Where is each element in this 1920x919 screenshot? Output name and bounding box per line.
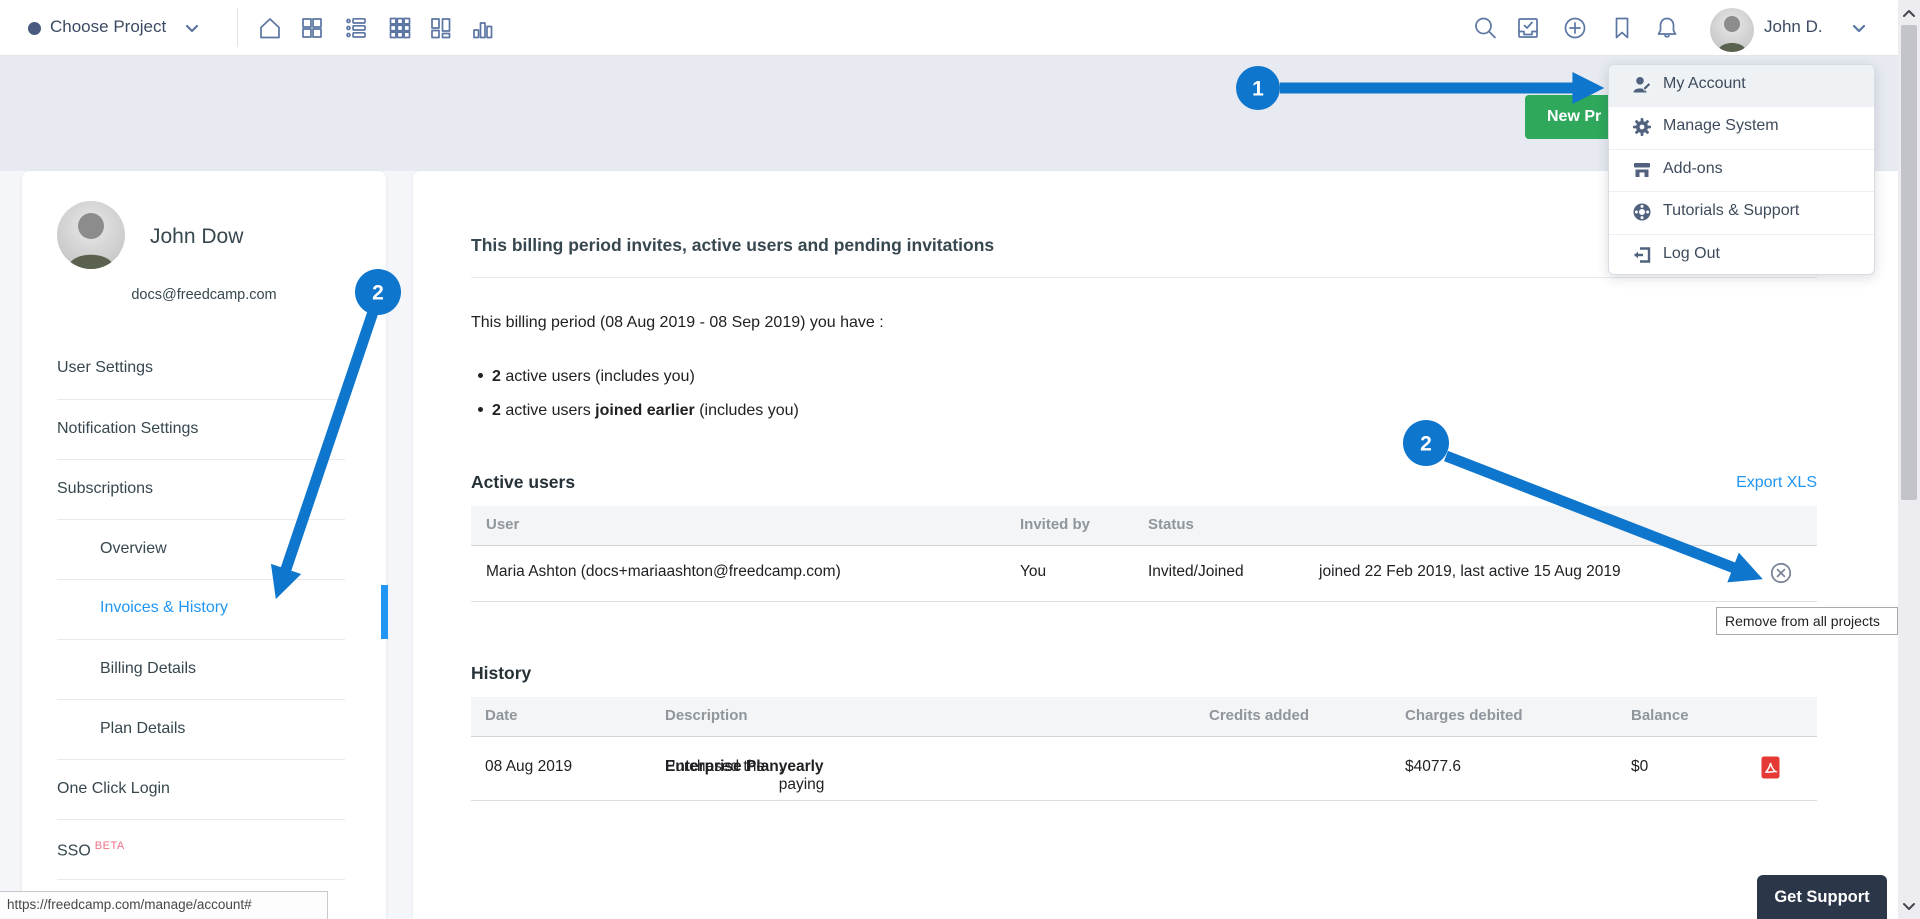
sidebar-divider <box>57 579 345 580</box>
active-users-table: User Invited by Status Maria Ashton (doc… <box>471 506 1817 601</box>
home-icon[interactable] <box>256 14 284 42</box>
sidebar-divider <box>57 399 345 400</box>
project-color-dot <box>28 22 41 35</box>
sidebar-item-plan-details[interactable]: Plan Details <box>100 720 185 738</box>
profile-name: John Dow <box>150 225 243 249</box>
user-name[interactable]: John D. <box>1764 17 1823 37</box>
status-bar-url: https://freedcamp.com/manage/account# <box>0 891 328 919</box>
col-user: User <box>486 516 519 533</box>
col-credits-added: Credits added <box>1209 707 1309 724</box>
add-new-icon[interactable] <box>1561 14 1589 42</box>
sidebar-item-one-click-login[interactable]: One Click Login <box>57 780 170 798</box>
table-row: 08 Aug 2019 Purchased the Enterprise Pla… <box>471 736 1817 801</box>
menu-item-add-ons[interactable]: Add-ons <box>1609 150 1874 192</box>
col-description: Description <box>665 707 748 724</box>
beta-badge: BETA <box>95 840 125 852</box>
page: Choose Project John D. <box>0 0 1920 919</box>
my-account-icon <box>1631 74 1653 96</box>
history-header: Date Description Credits added Charges d… <box>471 697 1817 737</box>
cell-description: Purchased the Enterprise Plan, paying ye… <box>665 758 824 776</box>
bar-chart-icon[interactable] <box>469 14 497 42</box>
pdf-invoice-icon[interactable] <box>1761 756 1780 779</box>
sidebar-divider <box>57 819 345 820</box>
cell-status: Invited/Joined <box>1148 563 1244 581</box>
menu-item-manage-system[interactable]: Manage System <box>1609 107 1874 149</box>
cell-activity: joined 22 Feb 2019, last active 15 Aug 2… <box>1319 563 1621 581</box>
bullet-active-users: 2 active users (includes you) <box>471 368 695 386</box>
bullet-dot <box>478 407 483 412</box>
cell-user: Maria Ashton (docs+mariaashton@freedcamp… <box>486 563 841 581</box>
sidebar-item-user-settings[interactable]: User Settings <box>57 359 153 377</box>
col-charges-debited: Charges debited <box>1405 707 1523 724</box>
add-ons-icon <box>1631 159 1653 181</box>
profile-avatar <box>57 201 125 269</box>
sidebar-divider <box>57 519 345 520</box>
sidebar-item-invoices-history[interactable]: Invoices & History <box>100 599 228 617</box>
sidebar-divider <box>57 879 345 880</box>
profile-email: docs@freedcamp.com <box>22 287 386 303</box>
table-row: Maria Ashton (docs+mariaashton@freedcamp… <box>471 545 1817 602</box>
chevron-down-icon[interactable] <box>185 24 199 33</box>
menu-item-my-account[interactable]: My Account <box>1609 65 1874 107</box>
menu-item-tutorials-support[interactable]: Tutorials & Support <box>1609 192 1874 234</box>
tutorials-support-icon <box>1631 201 1653 223</box>
history-heading: History <box>471 663 531 684</box>
get-support-button[interactable]: Get Support <box>1757 875 1887 919</box>
manage-system-icon <box>1631 116 1653 138</box>
menu-item-log-out[interactable]: Log Out <box>1609 235 1874 276</box>
col-status: Status <box>1148 516 1194 533</box>
remove-tooltip: Remove from all projects <box>1716 607 1898 635</box>
col-balance: Balance <box>1631 707 1689 724</box>
user-chevron-down-icon[interactable] <box>1852 24 1866 33</box>
sidebar-item-subscriptions[interactable]: Subscriptions <box>57 480 153 498</box>
bullet-dot <box>478 373 483 378</box>
account-sidebar: John Dow docs@freedcamp.com User Setting… <box>22 171 386 919</box>
topbar-divider <box>237 8 238 47</box>
bookmark-icon[interactable] <box>1608 14 1636 42</box>
cell-balance: $0 <box>1631 758 1648 776</box>
sidebar-item-overview[interactable]: Overview <box>100 540 167 558</box>
task-list-icon[interactable] <box>342 14 370 42</box>
heading-divider <box>471 277 1817 278</box>
top-bar: Choose Project John D. <box>0 0 1920 56</box>
col-invited-by: Invited by <box>1020 516 1090 533</box>
user-avatar[interactable] <box>1710 8 1754 52</box>
cell-charges: $4077.6 <box>1405 758 1461 776</box>
scrollbar-thumb[interactable] <box>1901 25 1917 500</box>
sidebar-divider <box>57 699 345 700</box>
page-scrollbar[interactable] <box>1898 0 1920 919</box>
col-date: Date <box>485 707 518 724</box>
cell-invited-by: You <box>1020 563 1046 581</box>
scrollbar-up-icon[interactable] <box>1902 7 1916 19</box>
sidebar-item-billing-details[interactable]: Billing Details <box>100 660 196 678</box>
active-users-header: User Invited by Status <box>471 506 1817 546</box>
user-menu: My Account Manage System Add-ons Tutoria… <box>1608 64 1875 275</box>
active-users-heading: Active users <box>471 472 575 493</box>
sidebar-divider <box>57 459 345 460</box>
widgets-icon[interactable] <box>427 14 455 42</box>
scrollbar-down-icon[interactable] <box>1902 899 1916 911</box>
bullet-joined-earlier: 2 active users joined earlier (includes … <box>471 402 799 420</box>
active-item-indicator <box>381 585 388 639</box>
project-selector[interactable]: Choose Project <box>50 17 166 37</box>
page-title: This billing period invites, active user… <box>471 235 994 256</box>
apps-grid-icon[interactable] <box>386 14 414 42</box>
notifications-icon[interactable] <box>1653 14 1681 42</box>
export-xls-link[interactable]: Export XLS <box>1736 474 1817 492</box>
cell-date: 08 Aug 2019 <box>485 758 572 776</box>
history-table: Date Description Credits added Charges d… <box>471 697 1817 800</box>
log-out-icon <box>1631 244 1653 266</box>
billing-period-line: This billing period (08 Aug 2019 - 08 Se… <box>471 314 884 332</box>
sidebar-divider <box>57 639 345 640</box>
sidebar-item-notification-settings[interactable]: Notification Settings <box>57 420 198 438</box>
inbox-check-icon[interactable] <box>1514 14 1542 42</box>
sidebar-item-sso[interactable]: SSOBETA <box>57 840 125 860</box>
sidebar-divider <box>57 759 345 760</box>
search-icon[interactable] <box>1471 14 1499 42</box>
dashboard-grid-icon[interactable] <box>298 14 326 42</box>
remove-user-icon[interactable] <box>1770 562 1792 584</box>
billing-content: This billing period invites, active user… <box>413 171 1898 919</box>
